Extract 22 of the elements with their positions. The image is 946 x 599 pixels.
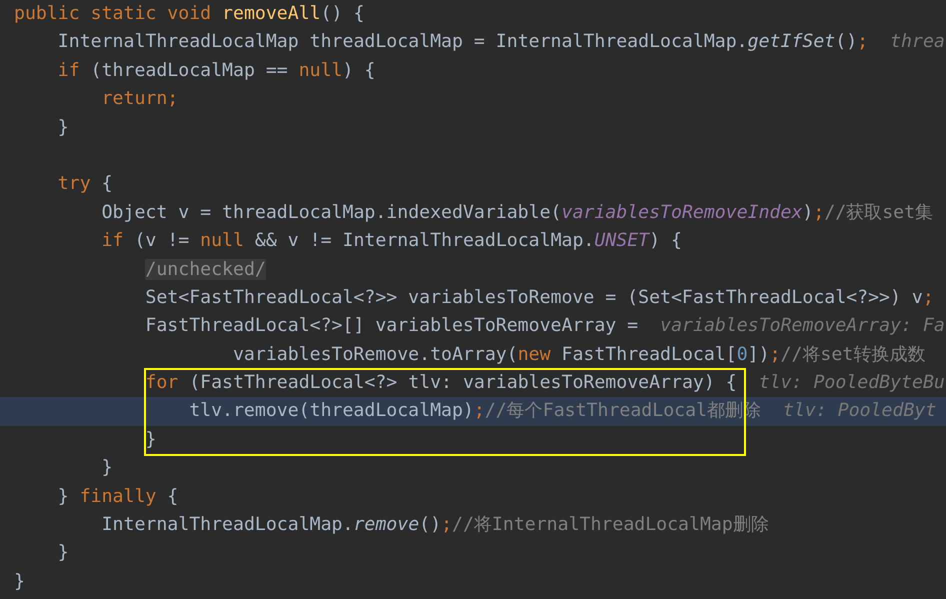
code-line: try { xyxy=(58,172,113,196)
code-line: } xyxy=(58,116,69,140)
inline-hint: tlv: PooledByteBu xyxy=(758,371,945,396)
code-line: } finally { xyxy=(58,484,178,509)
code-line: FastThreadLocal<?>[] variablesToRemoveArray = xyxy=(145,314,638,338)
code-line: InternalThreadLocalMap.remove();//将InternalThreadLocalMap删除 xyxy=(102,513,769,538)
code-line: } xyxy=(145,428,156,452)
code-line: for (FastThreadLocal<?> tlv: variablesToRemoveArray) { xyxy=(145,371,737,396)
code-line: } xyxy=(14,570,25,594)
code-line: public static void removeAll() { xyxy=(14,2,364,26)
code-line: variablesToRemove.toArray(new FastThreadLocal[0]);//将set转换成数 xyxy=(232,342,926,367)
code-line: Set<FastThreadLocal<?>> variablesToRemove = (Set<FastThreadLocal<?>>) v; xyxy=(145,286,934,310)
inline-hint: threa xyxy=(890,30,945,54)
inline-hint: tlv: PooledByt xyxy=(783,399,936,424)
code-line: if (threadLocalMap == null) { xyxy=(58,58,376,83)
code-line: return; xyxy=(102,87,178,112)
code-line: } xyxy=(102,456,113,480)
code-line: if (v != null && v != InternalThreadLocalMap.UNSET) { xyxy=(102,229,682,254)
inline-hint: variablesToRemoveArray: Fa xyxy=(660,314,945,338)
code-line: InternalThreadLocalMap threadLocalMap = InternalThreadLocalMap.getIfSet(); xyxy=(58,30,868,54)
code-line: } xyxy=(58,541,69,566)
code-line: Object v = threadLocalMap.indexedVariable(variablesToRemoveIndex);//获取set集 xyxy=(102,200,934,225)
